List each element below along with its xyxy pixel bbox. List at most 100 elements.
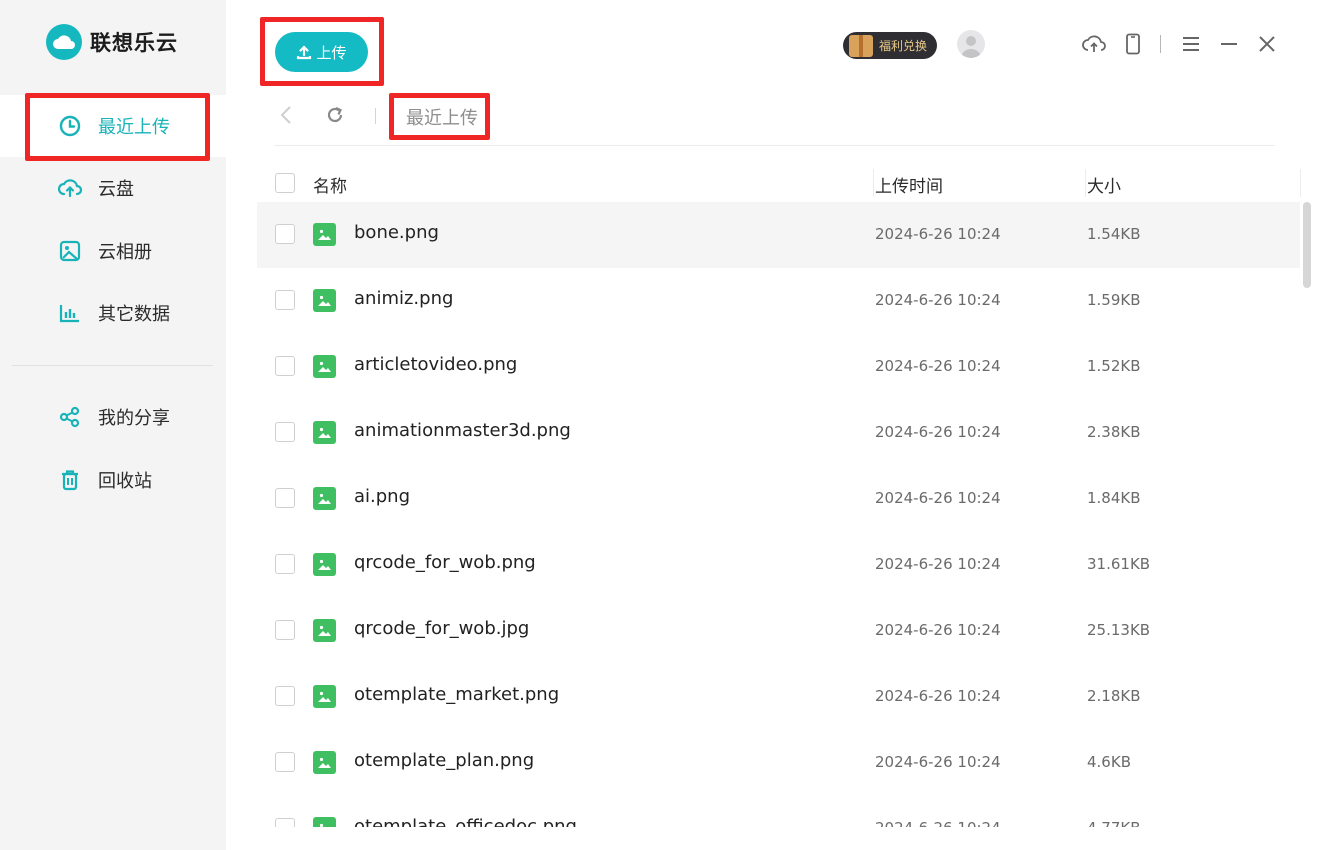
image-file-icon xyxy=(313,421,336,444)
row-checkbox[interactable] xyxy=(275,224,295,244)
refresh-icon[interactable] xyxy=(323,103,347,127)
sidebar-item-other-data[interactable]: 其它数据 xyxy=(0,282,226,344)
file-size: 2.38KB xyxy=(1087,423,1141,441)
sidebar-item-label: 最近上传 xyxy=(98,117,170,138)
row-checkbox[interactable] xyxy=(275,686,295,706)
row-checkbox[interactable] xyxy=(275,356,295,376)
image-icon xyxy=(58,239,82,263)
scrollbar-thumb[interactable] xyxy=(1303,202,1311,288)
file-upload-time: 2024-6-26 10:24 xyxy=(875,819,1001,827)
welfare-exchange-button[interactable]: 福利兑换 xyxy=(843,32,937,59)
file-size: 1.59KB xyxy=(1087,291,1141,309)
file-size: 2.18KB xyxy=(1087,687,1141,705)
cloud-transfer-icon[interactable] xyxy=(1082,32,1106,56)
file-upload-time: 2024-6-26 10:24 xyxy=(875,621,1001,639)
column-divider[interactable] xyxy=(1300,169,1301,197)
column-header-name[interactable]: 名称 xyxy=(313,172,347,197)
file-name[interactable]: qrcode_for_wob.jpg xyxy=(354,618,529,639)
column-divider[interactable] xyxy=(873,169,874,197)
menu-icon[interactable] xyxy=(1179,32,1203,56)
file-name[interactable]: animationmaster3d.png xyxy=(354,420,571,441)
row-checkbox[interactable] xyxy=(275,752,295,772)
sidebar: 联想乐云 最近上传 云盘 云相册 其它数据 我的分享 回收站 xyxy=(0,0,226,850)
header-divider xyxy=(1160,35,1161,53)
app-name: 联想乐云 xyxy=(90,31,178,55)
file-name[interactable]: ai.png xyxy=(354,486,410,507)
mobile-phone-icon[interactable] xyxy=(1121,32,1145,56)
minimize-icon[interactable] xyxy=(1217,32,1241,56)
sidebar-item-my-shares[interactable]: 我的分享 xyxy=(0,386,226,448)
breadcrumb[interactable]: 最近上传 xyxy=(406,104,478,130)
image-file-icon xyxy=(313,751,336,774)
table-row[interactable]: articletovideo.png 2024-6-26 10:24 1.52K… xyxy=(257,334,1300,400)
sidebar-item-label: 其它数据 xyxy=(98,304,170,325)
file-name[interactable]: animiz.png xyxy=(354,288,453,309)
file-size: 1.54KB xyxy=(1087,225,1141,243)
sidebar-item-cloud-drive[interactable]: 云盘 xyxy=(0,157,226,219)
row-checkbox[interactable] xyxy=(275,488,295,508)
table-row[interactable]: otemplate_officedoc.png 2024-6-26 10:24 … xyxy=(257,796,1300,827)
sidebar-item-cloud-album[interactable]: 云相册 xyxy=(0,220,226,282)
file-upload-time: 2024-6-26 10:24 xyxy=(875,357,1001,375)
app-window: 联想乐云 最近上传 云盘 云相册 其它数据 我的分享 回收站 上传 福利兑换 最… xyxy=(0,0,1325,850)
file-upload-time: 2024-6-26 10:24 xyxy=(875,753,1001,771)
table-row[interactable]: qrcode_for_wob.png 2024-6-26 10:24 31.61… xyxy=(257,532,1300,598)
toolbar-divider-line xyxy=(274,145,1275,146)
row-checkbox[interactable] xyxy=(275,290,295,310)
table-row[interactable]: otemplate_plan.png 2024-6-26 10:24 4.6KB xyxy=(257,730,1300,796)
cloud-upload-icon xyxy=(58,176,82,200)
file-size: 1.84KB xyxy=(1087,489,1141,507)
cloud-logo-icon xyxy=(46,24,82,60)
upload-icon xyxy=(297,45,312,60)
file-size: 4.6KB xyxy=(1087,753,1131,771)
table-row[interactable]: ai.png 2024-6-26 10:24 1.84KB xyxy=(257,466,1300,532)
app-logo: 联想乐云 xyxy=(46,24,178,60)
image-file-icon xyxy=(313,619,336,642)
file-size: 31.61KB xyxy=(1087,555,1151,573)
bar-chart-icon xyxy=(58,301,82,325)
file-upload-time: 2024-6-26 10:24 xyxy=(875,687,1001,705)
row-checkbox[interactable] xyxy=(275,422,295,442)
upload-button-label: 上传 xyxy=(316,44,347,62)
table-row[interactable]: animationmaster3d.png 2024-6-26 10:24 2.… xyxy=(257,400,1300,466)
image-file-icon xyxy=(313,553,336,576)
file-name[interactable]: bone.png xyxy=(354,222,439,243)
image-file-icon xyxy=(313,355,336,378)
back-icon[interactable] xyxy=(274,103,298,127)
close-icon[interactable] xyxy=(1255,32,1279,56)
user-avatar[interactable] xyxy=(957,30,985,58)
table-row[interactable]: bone.png 2024-6-26 10:24 1.54KB xyxy=(257,202,1300,268)
image-file-icon xyxy=(313,223,336,246)
select-all-checkbox[interactable] xyxy=(275,173,295,193)
image-file-icon xyxy=(313,817,336,827)
file-name[interactable]: articletovideo.png xyxy=(354,354,517,375)
file-size: 1.52KB xyxy=(1087,357,1141,375)
file-name[interactable]: otemplate_officedoc.png xyxy=(354,816,577,827)
sidebar-item-recent-uploads[interactable]: 最近上传 xyxy=(0,95,226,157)
user-icon xyxy=(961,36,981,58)
row-checkbox[interactable] xyxy=(275,818,295,827)
file-upload-time: 2024-6-26 10:24 xyxy=(875,555,1001,573)
file-name[interactable]: otemplate_plan.png xyxy=(354,750,534,771)
file-list: bone.png 2024-6-26 10:24 1.54KB animiz.p… xyxy=(257,202,1300,827)
upload-button[interactable]: 上传 xyxy=(275,32,368,72)
gift-box-icon xyxy=(849,34,873,57)
column-header-upload-time[interactable]: 上传时间 xyxy=(875,172,943,197)
table-row[interactable]: qrcode_for_wob.jpg 2024-6-26 10:24 25.13… xyxy=(257,598,1300,664)
sidebar-item-label: 我的分享 xyxy=(98,408,170,429)
row-checkbox[interactable] xyxy=(275,620,295,640)
file-name[interactable]: otemplate_market.png xyxy=(354,684,559,705)
table-row[interactable]: animiz.png 2024-6-26 10:24 1.59KB xyxy=(257,268,1300,334)
row-checkbox[interactable] xyxy=(275,554,295,574)
column-header-size[interactable]: 大小 xyxy=(1087,172,1121,197)
column-divider[interactable] xyxy=(1085,169,1086,197)
table-row[interactable]: otemplate_market.png 2024-6-26 10:24 2.1… xyxy=(257,664,1300,730)
clock-icon xyxy=(58,114,82,138)
sidebar-item-recycle-bin[interactable]: 回收站 xyxy=(0,449,226,511)
file-name[interactable]: qrcode_for_wob.png xyxy=(354,552,536,573)
file-size: 25.13KB xyxy=(1087,621,1151,639)
share-icon xyxy=(58,405,82,429)
file-upload-time: 2024-6-26 10:24 xyxy=(875,489,1001,507)
sidebar-item-label: 云盘 xyxy=(98,179,134,200)
sidebar-divider xyxy=(12,365,213,366)
